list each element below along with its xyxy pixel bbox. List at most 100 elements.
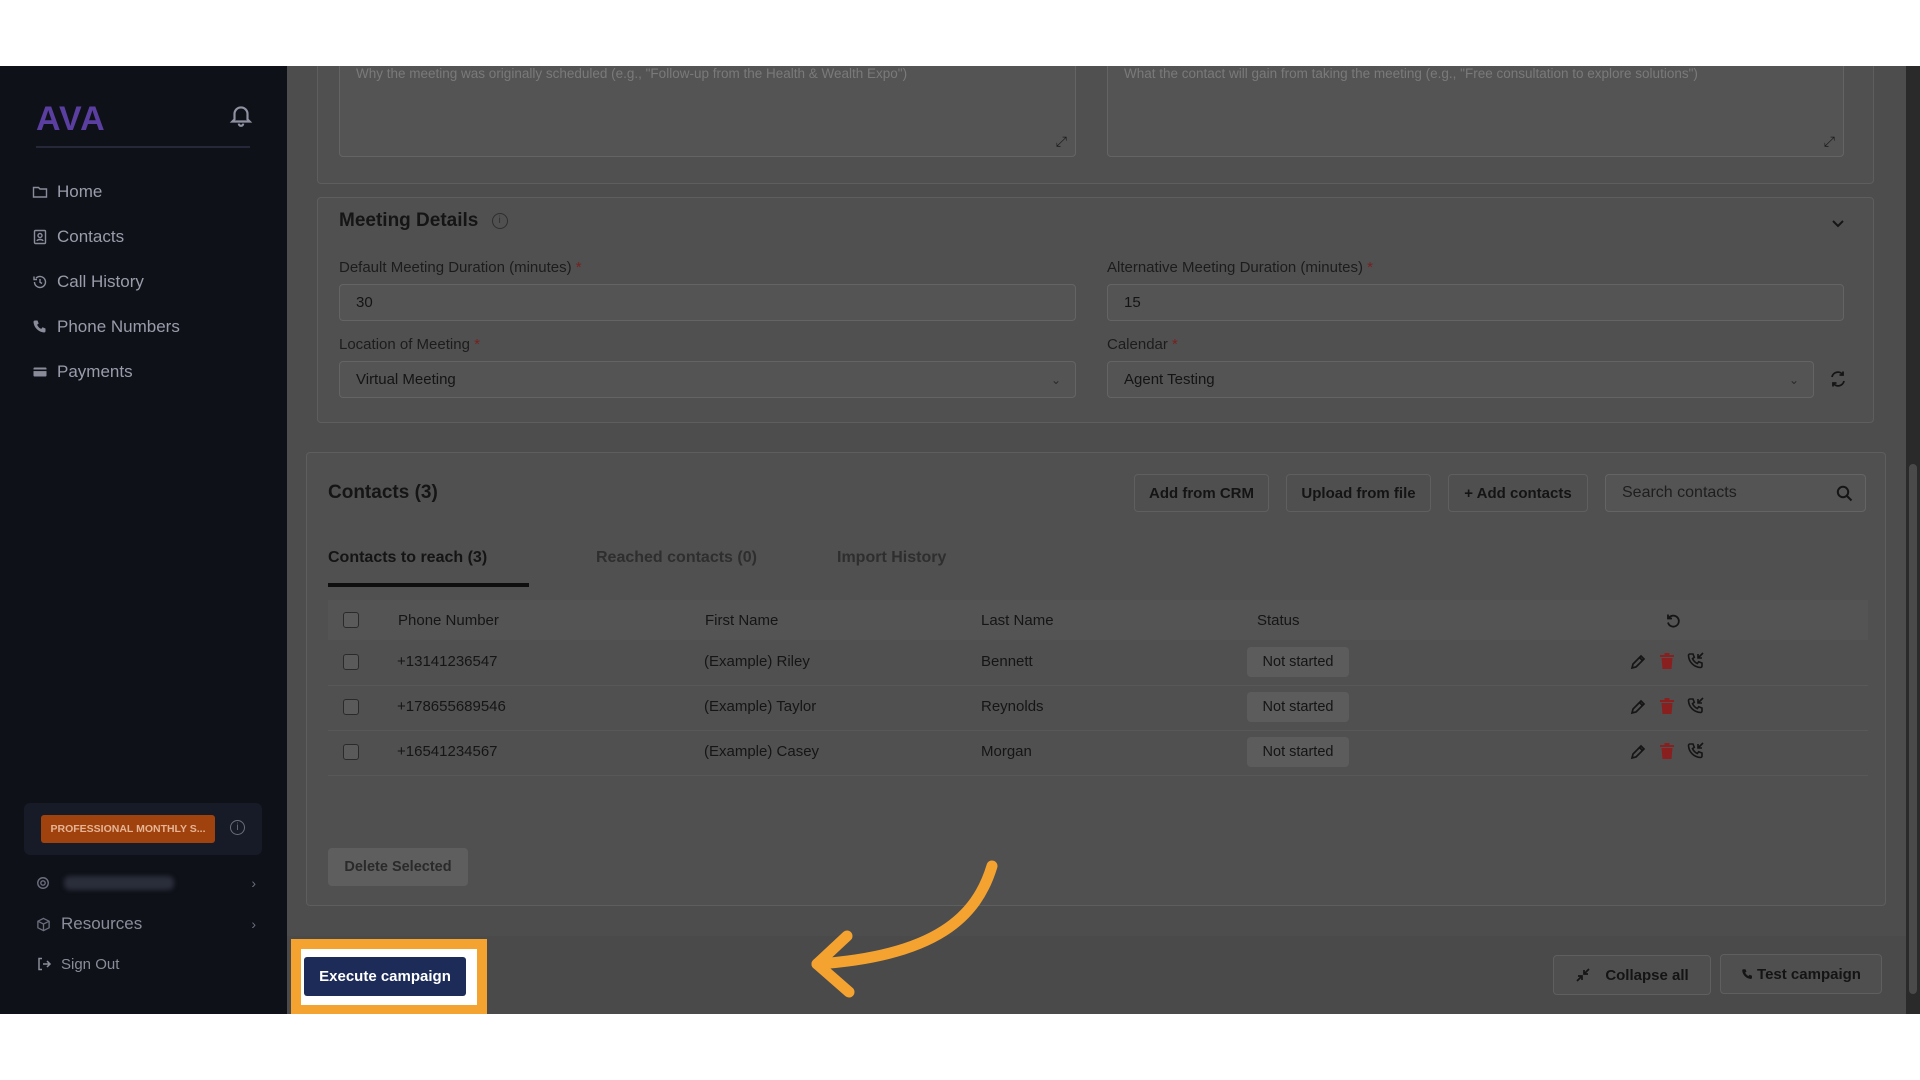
- edit-icon[interactable]: [1629, 743, 1647, 761]
- cell-last-name: Morgan: [981, 743, 1032, 760]
- cube-icon: [37, 917, 50, 931]
- chevron-down-icon[interactable]: [1831, 216, 1845, 230]
- expand-icon[interactable]: ⤢: [1824, 133, 1835, 150]
- calendar-value: Agent Testing: [1124, 371, 1215, 388]
- bell-icon[interactable]: [228, 102, 254, 128]
- sidebar-item-payments[interactable]: Payments: [32, 349, 180, 394]
- row-checkbox[interactable]: [343, 654, 359, 670]
- cell-phone: +13141236547: [397, 653, 498, 670]
- search-contacts-input[interactable]: Search contacts: [1605, 474, 1866, 512]
- contacts-title: Contacts (3): [328, 482, 438, 503]
- sidebar-item-label: Home: [57, 181, 103, 201]
- chevron-right-icon: ›: [251, 916, 256, 932]
- app-logo: AVA: [36, 100, 106, 138]
- location-select[interactable]: Virtual Meeting ⌄: [339, 361, 1076, 398]
- execute-highlight-inner: Execute campaign: [301, 949, 477, 1005]
- execute-highlight: Execute campaign: [291, 939, 487, 1014]
- account-row[interactable]: ›: [36, 868, 256, 898]
- column-header-first-name[interactable]: First Name: [705, 600, 778, 640]
- call-icon[interactable]: [1687, 652, 1705, 670]
- upload-from-file-button[interactable]: Upload from file: [1286, 474, 1431, 512]
- sidebar: AVA Home Contacts Call History Phone Num…: [0, 66, 287, 1014]
- chevron-down-icon: ⌄: [1050, 372, 1061, 387]
- alt-duration-input[interactable]: 15: [1107, 284, 1844, 321]
- benefit-textarea[interactable]: What the contact will gain from taking t…: [1107, 66, 1844, 157]
- meeting-details-heading: Meeting Details: [339, 210, 479, 231]
- expand-icon[interactable]: ⤢: [1056, 133, 1067, 150]
- signout-icon: [38, 957, 52, 971]
- default-duration-input[interactable]: 30: [339, 284, 1076, 321]
- test-campaign-button[interactable]: Test campaign: [1720, 954, 1882, 994]
- call-icon[interactable]: [1687, 697, 1705, 715]
- sidebar-item-contacts[interactable]: Contacts: [32, 214, 180, 259]
- collapse-all-label: Collapse all: [1605, 966, 1689, 984]
- trash-icon[interactable]: [1658, 742, 1676, 760]
- meeting-details-panel: Meeting Details i Default Meeting Durati…: [317, 197, 1874, 423]
- default-duration-label: Default Meeting Duration (minutes) *: [339, 259, 582, 276]
- column-header-last-name[interactable]: Last Name: [981, 600, 1054, 640]
- call-icon[interactable]: [1687, 742, 1705, 760]
- column-header-status[interactable]: Status: [1257, 600, 1300, 640]
- status-badge: Not started: [1247, 692, 1349, 722]
- info-icon[interactable]: i: [491, 212, 508, 229]
- plan-badge[interactable]: PROFESSIONAL MONTHLY S...: [41, 815, 215, 843]
- edit-icon[interactable]: [1629, 698, 1647, 716]
- tab-reached-contacts[interactable]: Reached contacts (0): [596, 549, 757, 567]
- trash-icon[interactable]: [1658, 697, 1676, 715]
- table-header: Phone Number First Name Last Name Status: [328, 600, 1868, 640]
- sidebar-item-label: Call History: [57, 271, 144, 291]
- collapse-icon: [1576, 968, 1590, 982]
- test-campaign-label: Test campaign: [1757, 965, 1861, 983]
- sidebar-item-call-history[interactable]: Call History: [32, 259, 180, 304]
- row-checkbox[interactable]: [343, 699, 359, 715]
- blurred-account-name: [64, 876, 174, 890]
- row-divider: [328, 775, 1868, 776]
- edit-icon[interactable]: [1629, 653, 1647, 671]
- row-checkbox[interactable]: [343, 744, 359, 760]
- tab-import-history[interactable]: Import History: [837, 549, 946, 567]
- location-label: Location of Meeting *: [339, 336, 480, 353]
- resources-row[interactable]: Resources ›: [36, 909, 256, 939]
- table-row: +13141236547 (Example) Riley Bennett Not…: [328, 640, 1868, 685]
- location-value: Virtual Meeting: [356, 371, 456, 388]
- main-content: Why the meeting was originally scheduled…: [287, 66, 1906, 1014]
- benefit-placeholder: What the contact will gain from taking t…: [1124, 66, 1698, 81]
- collapse-all-button[interactable]: Collapse all: [1553, 955, 1711, 995]
- sidebar-item-phone-numbers[interactable]: Phone Numbers: [32, 304, 180, 349]
- meeting-context-panel: Why the meeting was originally scheduled…: [317, 66, 1874, 184]
- add-contacts-button[interactable]: + Add contacts: [1448, 474, 1588, 512]
- status-badge: Not started: [1247, 647, 1349, 677]
- sidebar-item-home[interactable]: Home: [32, 169, 180, 214]
- tab-contacts-to-reach[interactable]: Contacts to reach (3): [328, 549, 487, 567]
- alt-duration-label: Alternative Meeting Duration (minutes) *: [1107, 259, 1373, 276]
- select-all-checkbox[interactable]: [343, 612, 359, 628]
- trash-icon[interactable]: [1658, 652, 1676, 670]
- add-from-crm-button[interactable]: Add from CRM: [1134, 474, 1269, 512]
- cell-phone: +16541234567: [397, 743, 498, 760]
- scrollbar[interactable]: [1906, 66, 1920, 1014]
- search-icon[interactable]: [1836, 485, 1853, 502]
- info-icon[interactable]: i: [230, 820, 245, 835]
- scrollbar-thumb[interactable]: [1909, 464, 1917, 994]
- phone-icon: [32, 319, 48, 335]
- signout-row[interactable]: Sign Out: [36, 949, 256, 979]
- signout-label: Sign Out: [61, 955, 120, 973]
- column-header-phone[interactable]: Phone Number: [398, 600, 499, 640]
- resources-label: Resources: [61, 914, 143, 933]
- table-row: +178655689546 (Example) Taylor Reynolds …: [328, 685, 1868, 730]
- delete-selected-button[interactable]: Delete Selected: [328, 848, 468, 886]
- refresh-icon[interactable]: [1665, 612, 1682, 629]
- contacts-icon: [32, 229, 48, 245]
- cell-first-name: (Example) Riley: [704, 653, 810, 670]
- meeting-details-title: Meeting Details i: [339, 210, 508, 232]
- cell-first-name: (Example) Casey: [704, 743, 820, 760]
- cell-last-name: Bennett: [981, 653, 1033, 670]
- execute-campaign-button[interactable]: Execute campaign: [304, 957, 466, 996]
- calendar-select[interactable]: Agent Testing ⌄: [1107, 361, 1814, 398]
- refresh-icon[interactable]: [1829, 370, 1847, 388]
- plan-box: PROFESSIONAL MONTHLY S... i: [24, 803, 262, 855]
- calendar-label: Calendar *: [1107, 336, 1178, 353]
- folder-icon: [32, 184, 48, 200]
- reason-textarea[interactable]: Why the meeting was originally scheduled…: [339, 66, 1076, 157]
- cell-phone: +178655689546: [397, 698, 506, 715]
